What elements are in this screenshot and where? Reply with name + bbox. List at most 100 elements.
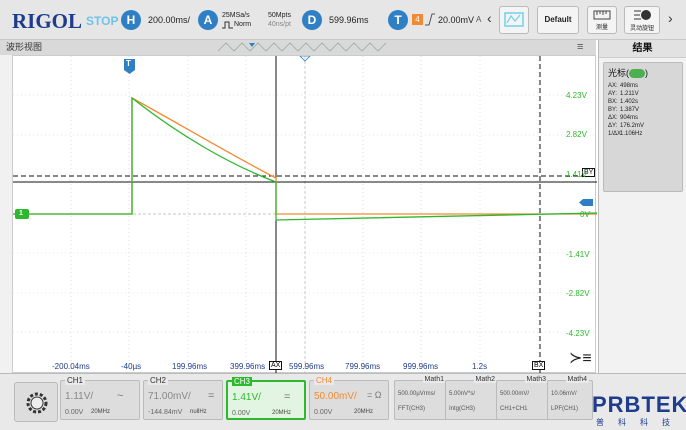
math4-panel[interactable]: Math4 10.06mV/ LPF(CH1) — [547, 376, 593, 420]
ch2-name: CH2 — [148, 376, 169, 385]
cursor-bx-label[interactable]: BX — [532, 361, 546, 370]
acquire-a-icon[interactable]: A — [198, 10, 218, 30]
trigger-mode: Norm — [234, 21, 252, 28]
cursor-result-box[interactable]: 光标() AX: 498ms AY: 1.211V BX: 1.402s BY: 1.3… — [603, 62, 683, 192]
memory-overview-strip[interactable] — [218, 42, 390, 53]
ruler-icon — [593, 10, 611, 20]
y-label: -1.41V — [566, 250, 590, 259]
ch1-coupling: ~ — [117, 390, 124, 402]
measure-button[interactable]: 测量 — [587, 6, 617, 34]
ch1-panel[interactable]: CH1 1.11V/ ~ 0.00V 20MHz — [60, 376, 140, 420]
brand-subtitle: 普科科技 — [596, 418, 684, 427]
trigger-t-icon[interactable]: T — [388, 10, 408, 30]
x-label: 799.96ms — [345, 362, 381, 371]
auto-button[interactable] — [499, 6, 529, 34]
waveform-grid — [13, 56, 597, 374]
cursor-row: BX: 1.402s — [608, 99, 639, 105]
ch4-offset: 0.00V — [314, 409, 333, 416]
run-stop-status[interactable]: STOP — [86, 14, 118, 28]
y-label: 4.23V — [566, 91, 587, 100]
ch3-coupling: = — [284, 391, 291, 403]
cursor-row: ΔY: 176.2mV — [608, 123, 645, 129]
gesture-knob-button[interactable]: 灵动旋钮 — [624, 6, 660, 34]
ch2-bandwidth: nullHz — [190, 409, 207, 415]
ch1-bandwidth: 20MHz — [91, 409, 111, 415]
list-menu-icon[interactable]: ≻≡ — [569, 348, 592, 368]
trigger-position-marker[interactable]: T — [126, 59, 131, 68]
math3-panel[interactable]: Math3 500.00mV/ CH1+CH1 — [496, 376, 552, 420]
y-label: -4.23V — [566, 329, 590, 338]
math1-name: Math1 — [422, 376, 446, 383]
rigol-logo: RIGOL — [12, 9, 83, 33]
ch2-scale: 71.00mV/ — [148, 391, 191, 402]
ch3-offset: 0.00V — [232, 410, 251, 417]
timebase-value[interactable]: 200.00ms/ — [148, 15, 190, 25]
ch2-panel[interactable]: CH2 71.00mV/ = -144.84mV nullHz — [143, 376, 223, 420]
ch4-coupling: = Ω — [367, 390, 382, 400]
y-label: -2.82V — [566, 289, 590, 298]
horizontal-h-icon[interactable]: H — [121, 10, 141, 30]
cursor-row: AY: 1.211V — [608, 91, 639, 97]
ch4-scale: 50.00mV/ — [314, 391, 357, 402]
ch3-name: CH3 — [232, 377, 253, 386]
x-label: 399.96ms — [230, 362, 266, 371]
ch1-name: CH1 — [65, 376, 86, 385]
brand-logo: PRBTEK — [592, 392, 686, 417]
trigger-extra: A — [476, 15, 482, 24]
ch2-coupling: = — [208, 390, 215, 402]
math2-panel[interactable]: Math2 5.00nV*s/ Intg(CH3) — [445, 376, 501, 420]
math1-panel[interactable]: Math1 500.00µVrms/ FFT(CH3) — [394, 376, 450, 420]
waveform-view-title: 波形视图 — [6, 42, 43, 52]
cursor-row: BY: 1.387V — [608, 107, 640, 113]
chevron-left-icon[interactable]: ‹ — [487, 10, 492, 26]
y-label: 2.82V — [566, 130, 587, 139]
gear-icon — [26, 392, 48, 414]
menu-icon[interactable]: ≡ — [577, 40, 583, 55]
ch1-offset: 0.00V — [65, 409, 84, 416]
x-label: 999.96ms — [403, 362, 439, 371]
home-button[interactable] — [14, 382, 58, 422]
ch2-offset: -144.84mV — [148, 409, 183, 416]
x-label: 1.2s — [472, 362, 488, 371]
trigger-channel-badge: 4 — [412, 14, 423, 25]
x-label: 599.96ms — [289, 362, 325, 371]
ch4-bandwidth: 20MHz — [354, 409, 374, 415]
y-label: 0V — [580, 210, 590, 219]
math3-scale: 500.00mV/ — [500, 391, 530, 397]
cursor-row: ΔX: 904ms — [608, 115, 639, 121]
channel-bar: CH1 1.11V/ ~ 0.00V 20MHz CH2 71.00mV/ = … — [0, 373, 686, 430]
points-rate: 40ns/pt — [268, 21, 291, 28]
ch4-name: CH4 — [314, 376, 335, 385]
x-label: -200.04ms — [52, 362, 90, 371]
cursor-row: AX: 498ms — [608, 83, 639, 89]
top-toolbar: RIGOL STOP H 200.00ms/ A 25MSa/s Norm 50… — [0, 0, 686, 40]
cursor-toggle[interactable] — [629, 69, 646, 79]
waveform-screen[interactable]: T 1 BY ≻≡ — [12, 55, 597, 374]
measure-label: 测量 — [595, 25, 608, 31]
ch3-bandwidth: 20MHz — [272, 410, 292, 416]
math4-name: Math4 — [565, 376, 589, 383]
ch3-panel[interactable]: CH3 1.41V/ = 0.00V 20MHz — [226, 377, 306, 420]
math3-source: CH1+CH1 — [500, 406, 528, 412]
delay-d-icon[interactable]: D — [302, 10, 322, 30]
trigger-level[interactable]: 20.00mV — [438, 15, 474, 25]
result-panel: 结果 光标() AX: 498ms AY: 1.211V BX: 1.402s BY:… — [598, 40, 686, 373]
delay-value[interactable]: 599.96ms — [329, 15, 369, 25]
chevron-right-icon[interactable]: › — [668, 10, 673, 26]
ch1-scale: 1.11V/ — [65, 391, 94, 402]
waveform-panel-title: 波形视图 ≡ — [0, 40, 596, 55]
ch4-panel[interactable]: CH4 50.00mV/ = Ω 0.00V 20MHz — [309, 376, 389, 420]
ch1-offset-marker[interactable]: 1 — [19, 210, 23, 217]
result-title: 结果 — [599, 40, 686, 58]
knob-icon — [634, 10, 651, 20]
default-button[interactable]: Default — [537, 6, 579, 34]
math2-source: Intg(CH3) — [449, 406, 476, 412]
cursor-ax-label[interactable]: AX — [269, 361, 283, 370]
math2-name: Math2 — [473, 376, 497, 383]
rising-edge-icon — [425, 13, 435, 26]
math3-name: Math3 — [524, 376, 548, 383]
cursor-label: 光标 — [608, 68, 627, 78]
cursor-row: 1/ΔX:1.106Hz — [608, 131, 643, 137]
math2-scale: 5.00nV*s/ — [449, 391, 476, 397]
memory-depth: 50Mpts — [268, 12, 291, 19]
